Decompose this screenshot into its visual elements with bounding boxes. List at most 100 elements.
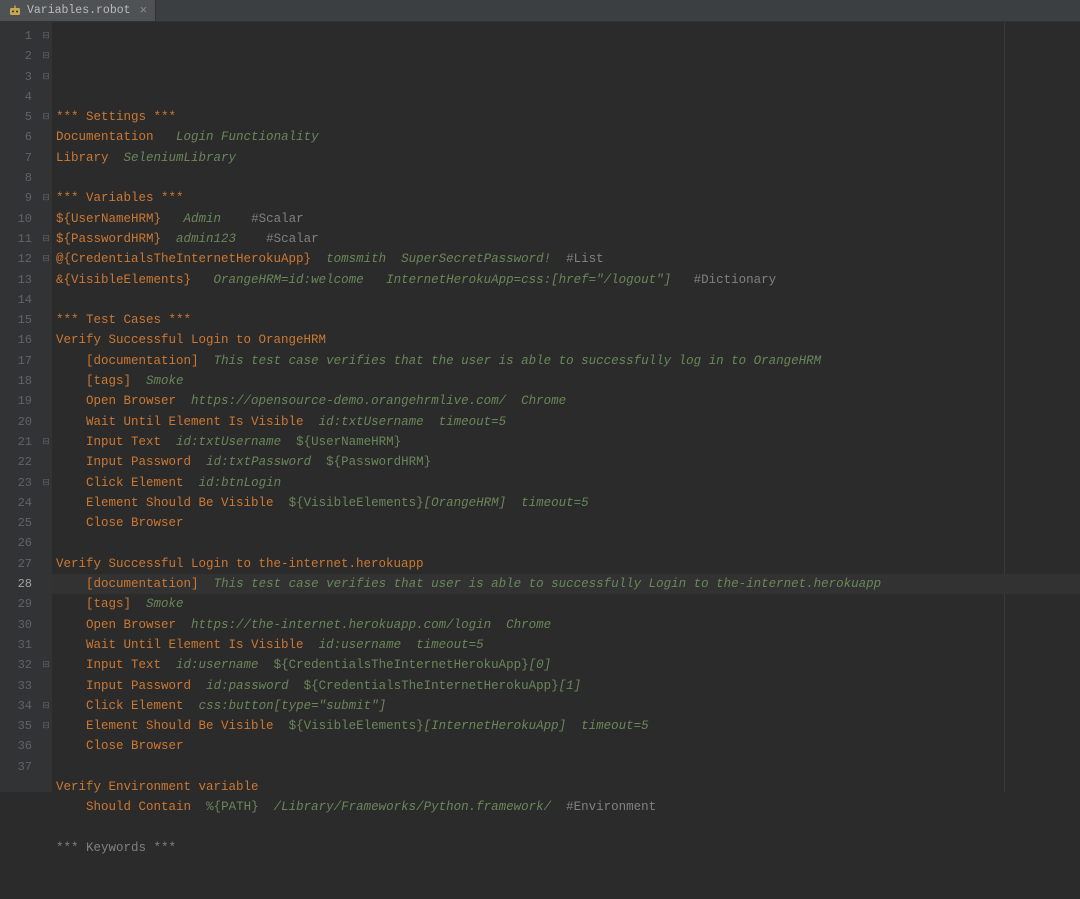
code-line[interactable]: [56, 290, 1080, 310]
code-token: OrangeHRM=id:welcome: [214, 273, 364, 287]
code-line[interactable]: Close Browser: [56, 513, 1080, 533]
code-line[interactable]: [56, 757, 1080, 777]
line-number: 21: [0, 432, 32, 452]
code-line[interactable]: [56, 818, 1080, 838]
code-line[interactable]: *** Variables ***: [56, 188, 1080, 208]
fold-marker: [40, 513, 52, 533]
code-token: [56, 476, 86, 490]
code-line[interactable]: Open Browser https://the-internet.heroku…: [56, 615, 1080, 635]
fold-column[interactable]: ⊟⊟⊟⊟⊟⊟⊟⊟⊟⊟⊟⊟: [40, 22, 52, 792]
fold-marker[interactable]: ⊟: [40, 716, 52, 736]
code-line[interactable]: *** Test Cases ***: [56, 310, 1080, 330]
code-line[interactable]: Click Element id:btnLogin: [56, 473, 1080, 493]
code-line[interactable]: ${PasswordHRM} admin123 #Scalar: [56, 229, 1080, 249]
fold-marker[interactable]: ⊟: [40, 46, 52, 66]
code-area[interactable]: *** Settings *** Documentation Login Func…: [52, 22, 1080, 792]
code-line[interactable]: Documentation Login Functionality: [56, 127, 1080, 147]
code-line[interactable]: Verify Successful Login to OrangeHRM: [56, 330, 1080, 350]
code-line[interactable]: [56, 533, 1080, 553]
code-token: [161, 232, 176, 246]
code-line[interactable]: Verify Successful Login to the-internet.…: [56, 554, 1080, 574]
fold-marker: [40, 168, 52, 188]
line-number: 14: [0, 290, 32, 310]
code-line[interactable]: Wait Until Element Is Visible id:txtUser…: [56, 412, 1080, 432]
fold-marker[interactable]: ⊟: [40, 432, 52, 452]
code-token: /Library/Frameworks/Python.framework/: [274, 800, 552, 814]
line-number: 1: [0, 26, 32, 46]
fold-marker[interactable]: ⊟: [40, 249, 52, 269]
fold-marker: [40, 209, 52, 229]
fold-marker[interactable]: ⊟: [40, 229, 52, 249]
fold-marker: [40, 87, 52, 107]
code-token: Admin: [184, 212, 222, 226]
code-token: [386, 252, 401, 266]
code-line[interactable]: Element Should Be Visible ${VisibleEleme…: [56, 716, 1080, 736]
code-line[interactable]: Click Element css:button[type="submit"]: [56, 696, 1080, 716]
code-token: timeout=5: [521, 496, 589, 510]
code-line[interactable]: @{CredentialsTheInternetHerokuApp} tomsm…: [56, 249, 1080, 269]
fold-marker: [40, 270, 52, 290]
fold-marker[interactable]: ⊟: [40, 188, 52, 208]
fold-marker: [40, 635, 52, 655]
line-number: 4: [0, 87, 32, 107]
close-icon[interactable]: ×: [140, 3, 148, 18]
line-number: 32: [0, 655, 32, 675]
fold-marker[interactable]: ⊟: [40, 26, 52, 46]
code-token: Should Contain: [86, 800, 191, 814]
code-token: [56, 638, 86, 652]
code-line[interactable]: Input Password id:txtPassword ${Password…: [56, 452, 1080, 472]
code-token: Login Functionality: [176, 130, 319, 144]
fold-marker[interactable]: ⊟: [40, 473, 52, 493]
code-line[interactable]: Verify Environment variable: [56, 777, 1080, 797]
fold-marker[interactable]: ⊟: [40, 67, 52, 87]
fold-marker[interactable]: ⊟: [40, 107, 52, 127]
code-line[interactable]: Input Text id:txtUsername ${UserNameHRM}: [56, 432, 1080, 452]
code-token: timeout=5: [416, 638, 484, 652]
code-line[interactable]: [56, 168, 1080, 188]
code-line[interactable]: ${UserNameHRM} Admin #Scalar: [56, 209, 1080, 229]
code-line[interactable]: *** Keywords ***: [56, 838, 1080, 858]
code-line[interactable]: Should Contain %{PATH} /Library/Framewor…: [56, 797, 1080, 817]
file-tab[interactable]: Variables.robot ×: [0, 0, 156, 21]
line-number: 31: [0, 635, 32, 655]
line-number: 7: [0, 148, 32, 168]
code-line[interactable]: [documentation] This test case verifies …: [56, 574, 1080, 594]
fold-marker: [40, 615, 52, 635]
code-line[interactable]: Close Browser: [56, 736, 1080, 756]
line-number: 23: [0, 473, 32, 493]
line-number: 13: [0, 270, 32, 290]
code-line[interactable]: Wait Until Element Is Visible id:usernam…: [56, 635, 1080, 655]
code-token: [documentation]: [86, 354, 199, 368]
code-token: [1]: [559, 679, 582, 693]
code-token: Library: [56, 151, 109, 165]
code-token: #Scalar: [251, 212, 304, 226]
editor-area[interactable]: 1234567891011121314151617181920212223242…: [0, 22, 1080, 792]
code-token: Input Text: [86, 435, 161, 449]
code-token: [184, 476, 199, 490]
code-line[interactable]: [tags] Smoke: [56, 594, 1080, 614]
code-token: css:button[type="submit"]: [199, 699, 387, 713]
code-token: [274, 719, 289, 733]
code-token: Click Element: [86, 476, 184, 490]
fold-marker[interactable]: ⊟: [40, 655, 52, 675]
code-line[interactable]: Open Browser https://opensource-demo.ora…: [56, 391, 1080, 411]
code-line[interactable]: Input Text id:username ${CredentialsTheI…: [56, 655, 1080, 675]
code-token: ${VisibleElements}: [289, 719, 424, 733]
code-token: [671, 273, 694, 287]
code-token: [0]: [529, 658, 552, 672]
code-token: [131, 374, 146, 388]
code-token: [56, 455, 86, 469]
fold-marker[interactable]: ⊟: [40, 696, 52, 716]
code-line[interactable]: [documentation] This test case verifies …: [56, 351, 1080, 371]
code-line[interactable]: Library SeleniumLibrary: [56, 148, 1080, 168]
code-token: [176, 618, 191, 632]
code-token: [161, 435, 176, 449]
code-token: [documentation]: [86, 577, 199, 591]
code-line[interactable]: *** Settings ***: [56, 107, 1080, 127]
code-line[interactable]: Element Should Be Visible ${VisibleEleme…: [56, 493, 1080, 513]
code-line[interactable]: Input Password id:password ${Credentials…: [56, 676, 1080, 696]
code-line[interactable]: [tags] Smoke: [56, 371, 1080, 391]
code-token: *** Settings ***: [56, 110, 176, 124]
code-line[interactable]: &{VisibleElements} OrangeHRM=id:welcome …: [56, 270, 1080, 290]
fold-marker: [40, 290, 52, 310]
